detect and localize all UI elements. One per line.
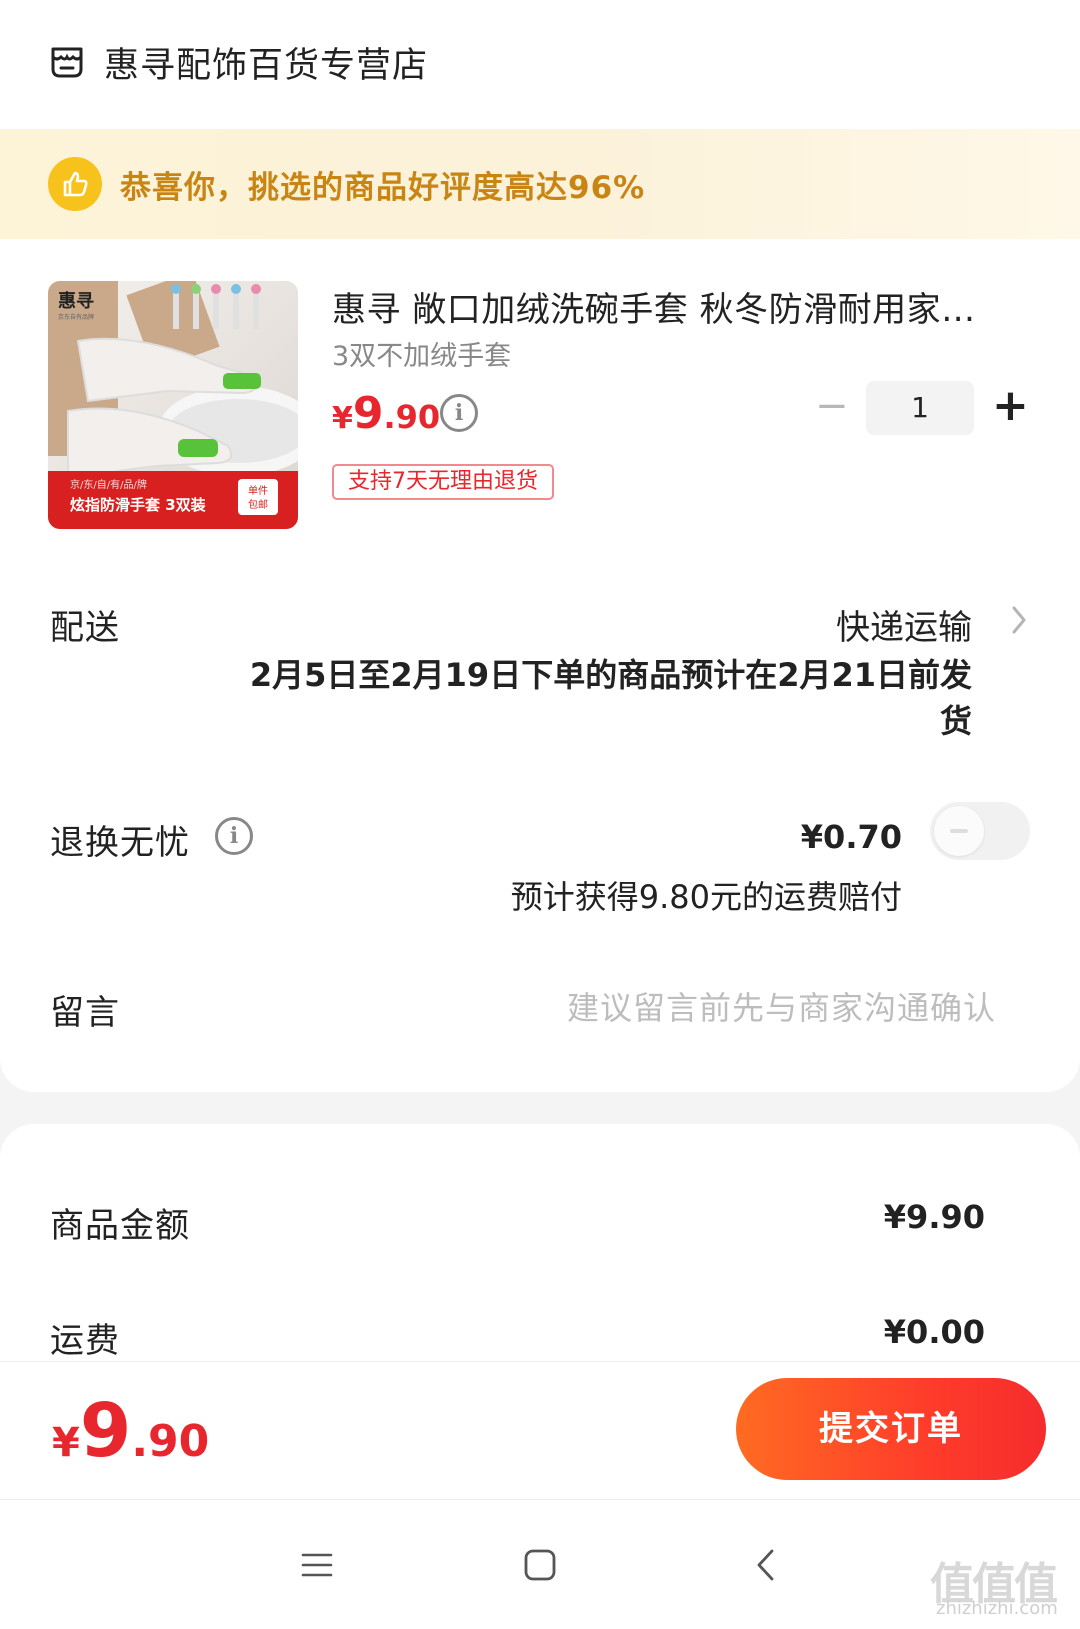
insurance-toggle[interactable]: [930, 802, 1030, 860]
goods-amount-value: ¥9.90: [883, 1198, 985, 1236]
back-nav-button[interactable]: [722, 1500, 812, 1629]
svg-text:包邮: 包邮: [248, 498, 268, 511]
delivery-note-line2: 货: [939, 702, 972, 740]
svg-text:单件: 单件: [248, 485, 268, 497]
product-spec[interactable]: 3双不加绒手套: [332, 334, 511, 373]
shipping-label: 运费: [50, 1321, 120, 1361]
total-integer: 9: [79, 1388, 132, 1474]
message-input[interactable]: 建议留言前先与商家沟通确认: [567, 983, 996, 1029]
thumbs-up-icon: [48, 157, 102, 211]
delivery-method[interactable]: 快递运输: [836, 600, 972, 649]
total-symbol: ¥: [52, 1420, 80, 1466]
product-image[interactable]: 惠寻 京东自有品牌 京/东/自/有/品/牌 炫指防滑手套 3双装 单件 包邮: [48, 281, 298, 529]
delivery-label: 配送: [50, 608, 120, 648]
svg-text:京东自有品牌: 京东自有品牌: [58, 313, 94, 321]
submit-order-button[interactable]: 提交订单: [736, 1378, 1046, 1480]
toggle-knob: [934, 806, 984, 856]
price-symbol: ¥: [332, 401, 353, 436]
svg-text:京/东/自/有/品/牌: 京/东/自/有/品/牌: [70, 478, 147, 491]
menu-icon: [301, 1553, 333, 1577]
message-label: 留言: [50, 993, 120, 1033]
insurance-price: ¥0.70: [800, 818, 902, 856]
home-square-icon: [524, 1549, 556, 1581]
praise-text: 恭喜你，挑选的商品好评度高达96%: [120, 169, 646, 206]
delivery-note: 2月5日至2月19日下单的商品预计在2月21日前发 货: [250, 652, 972, 744]
watermark-url: zhizhizhi.com: [936, 1598, 1058, 1619]
price-info-icon[interactable]: i: [440, 394, 478, 432]
shop-header[interactable]: 惠寻配饰百货专营店: [48, 34, 428, 90]
delivery-note-line1: 2月5日至2月19日下单的商品预计在2月21日前发: [249, 656, 972, 694]
insurance-label: 退换无忧: [50, 823, 190, 863]
home-nav-button[interactable]: [495, 1500, 585, 1629]
quantity-decrease-button[interactable]: −: [815, 386, 849, 428]
praise-banner: 恭喜你，挑选的商品好评度高达96%: [0, 129, 1080, 239]
svg-text:惠寻: 惠寻: [58, 291, 94, 312]
shop-name: 惠寻配饰百货专营店: [104, 45, 429, 86]
goods-amount-label: 商品金额: [50, 1206, 190, 1246]
shop-icon: [51, 47, 83, 78]
product-price: ¥ 9 .90: [332, 388, 440, 439]
chevron-right-icon[interactable]: [1008, 603, 1030, 637]
svg-text:炫指防滑手套 3双装: 炫指防滑手套 3双装: [70, 496, 207, 514]
price-decimal: .90: [383, 398, 441, 436]
system-nav-bar: [0, 1499, 1080, 1629]
total-decimal: .90: [131, 1416, 210, 1467]
quantity-increase-button[interactable]: +: [992, 384, 1029, 428]
shipping-value: ¥0.00: [883, 1313, 985, 1351]
total-price: ¥ 9 .90: [52, 1388, 209, 1474]
price-integer: 9: [352, 388, 384, 439]
quantity-input[interactable]: 1: [866, 381, 974, 435]
menu-nav-button[interactable]: [272, 1500, 362, 1629]
insurance-note: 预计获得9.80元的运费赔付: [510, 878, 902, 916]
return-policy-tag: 支持7天无理由退货: [332, 464, 554, 500]
insurance-info-icon[interactable]: i: [215, 817, 253, 855]
back-arrow-icon: [757, 1549, 774, 1581]
product-title[interactable]: 惠寻 敞口加绒洗碗手套 秋冬防滑耐用家…: [332, 282, 1012, 331]
